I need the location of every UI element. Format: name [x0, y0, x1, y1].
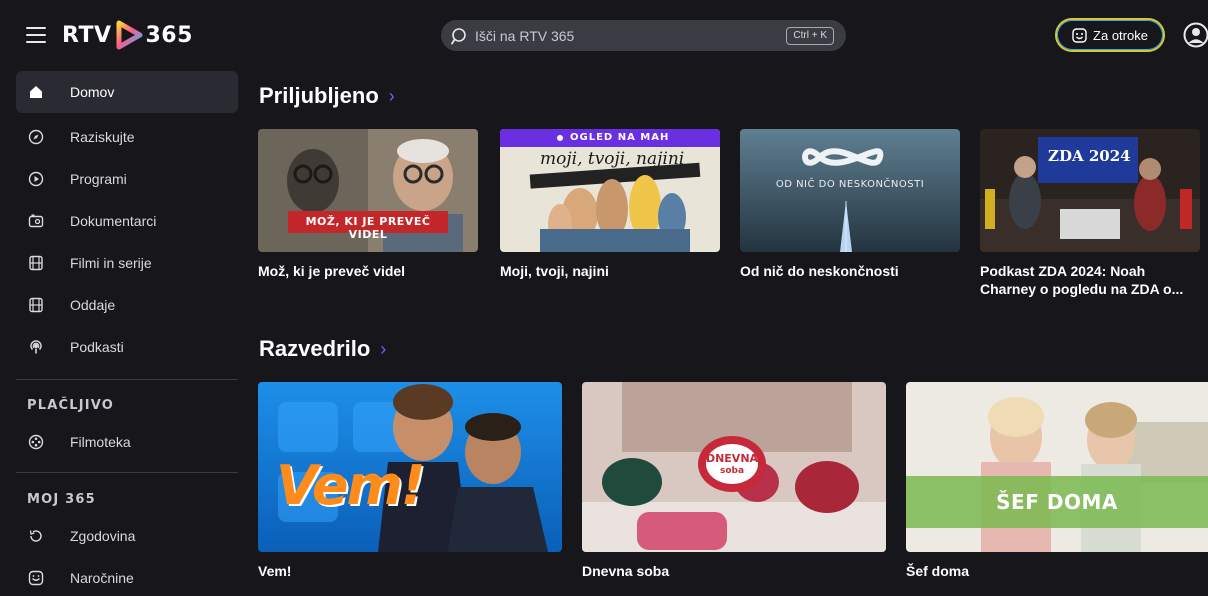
card-thumbnail: ŠEF DOMA	[906, 382, 1208, 552]
sidebar-item-programi[interactable]: Programi	[16, 158, 238, 200]
thumbnail-label-overlay: OGLED NA MAH	[570, 132, 670, 143]
sidebar-item-label: Programi	[70, 171, 127, 187]
film-icon	[29, 297, 43, 313]
user-avatar-icon[interactable]	[1183, 22, 1208, 48]
sidebar-item-label: Zgodovina	[70, 528, 136, 544]
sidebar-divider	[16, 472, 238, 473]
logo-text-rtv: RTV	[62, 22, 112, 48]
card-thumbnail: MOŽ, KI JE PREVEČ VIDEL	[258, 129, 478, 252]
kids-face-icon	[1072, 27, 1087, 43]
logo[interactable]: RTV 365	[62, 20, 193, 50]
thumbnail-title-overlay: OD NIČ DO NESKONČNOSTI	[775, 179, 925, 190]
card-sef-doma[interactable]: ŠEF DOMA Šef doma	[906, 382, 1208, 580]
chevron-right-icon: ›	[388, 85, 395, 106]
card-moji-tvoji-najini[interactable]: OGLED NA MAH moji, tvoji, najini Moji, t…	[500, 129, 720, 280]
sidebar-item-filmoteka[interactable]: Filmoteka	[16, 421, 238, 463]
thumbnail-title-overlay: ŠEF DOMA	[996, 490, 1118, 514]
play-circle-icon	[28, 171, 44, 187]
history-icon	[29, 530, 42, 542]
film-icon	[29, 255, 43, 271]
thumbnail-image	[906, 382, 1208, 552]
sidebar-item-podkasti[interactable]: Podkasti	[16, 326, 238, 368]
sidebar-item-label: Dokumentarci	[70, 213, 157, 229]
search-bar[interactable]: Ctrl + K	[441, 20, 846, 51]
sidebar-item-filmi-in-serije[interactable]: Filmi in serije	[16, 242, 238, 284]
podcast-icon	[30, 340, 42, 354]
section-title-moj-365: MOJ 365	[27, 492, 96, 507]
card-title: Vem!	[258, 563, 292, 579]
thumbnail-title-overlay: DNEVNA	[705, 452, 759, 465]
card-thumbnail: Vem!	[258, 382, 562, 552]
sidebar-item-zgodovina[interactable]: Zgodovina	[16, 515, 238, 557]
sidebar-item-dokumentarci[interactable]: Dokumentarci	[16, 200, 238, 242]
card-title: Moji, tvoji, najini	[500, 263, 609, 279]
sidebar-item-label: Filmoteka	[70, 434, 131, 450]
menu-icon[interactable]	[26, 27, 46, 43]
row-title-razvedrilo[interactable]: Razvedrilo ›	[259, 336, 386, 362]
thumbnail-title-overlay: moji, tvoji, najini	[540, 149, 685, 169]
card-vem[interactable]: Vem! Vem!	[258, 382, 562, 580]
compass-icon	[28, 129, 44, 145]
sidebar-item-label: Oddaje	[70, 297, 116, 313]
thumbnail-title-overlay: MOŽ, KI JE PREVEČ VIDEL	[305, 215, 431, 241]
card-podkast-zda-2024[interactable]: ZDA 2024 Podkast ZDA 2024: Noah Charney …	[980, 129, 1200, 298]
sidebar-item-label: Naročnine	[70, 570, 134, 586]
sidebar-item-label: Filmi in serije	[70, 255, 152, 271]
row-title-priljubljeno[interactable]: Priljubljeno ›	[259, 83, 395, 109]
sidebar-item-label: Domov	[70, 84, 115, 100]
search-shortcut-badge: Ctrl + K	[786, 27, 834, 45]
card-title: Mož, ki je preveč videl	[258, 263, 406, 279]
logo-text-365: 365	[145, 22, 193, 48]
sidebar: Domov Raziskujte Programi Dokumentarci F…	[0, 68, 248, 596]
section-title-placljivo: PLAČLJIVO	[27, 398, 115, 413]
card-thumbnail: OGLED NA MAH moji, tvoji, najini	[500, 129, 720, 252]
thumbnail-title-overlay: ZDA 2024	[1048, 147, 1131, 165]
sidebar-item-domov[interactable]: Domov	[16, 71, 238, 113]
thumbnail-image	[500, 129, 720, 252]
card-title: Šef doma	[906, 563, 970, 579]
play-logo-icon	[116, 20, 142, 50]
camera-icon	[28, 214, 44, 228]
chevron-right-icon: ›	[380, 338, 387, 359]
thumbnail-subtitle-overlay: soba	[719, 466, 745, 476]
card-dnevna-soba[interactable]: DNEVNA soba Dnevna soba	[582, 382, 886, 580]
thumbnail-title-overlay: Vem!	[276, 454, 425, 517]
sidebar-divider	[16, 379, 238, 380]
search-icon	[451, 27, 466, 44]
top-bar: RTV 365 Ctrl + K Za otrok	[0, 0, 1208, 68]
sidebar-item-raziskujte[interactable]: Raziskujte	[16, 116, 238, 158]
card-moz-ki-je-prevec-videl[interactable]: MOŽ, KI JE PREVEČ VIDEL Mož, ki je preve…	[258, 129, 478, 280]
sidebar-item-label: Podkasti	[70, 339, 124, 355]
card-thumbnail: OD NIČ DO NESKONČNOSTI	[740, 129, 960, 252]
card-title: Podkast ZDA 2024: Noah Charney o pogledu…	[980, 263, 1184, 297]
card-od-nic-do-neskoncnosti[interactable]: OD NIČ DO NESKONČNOSTI Od nič do neskonč…	[740, 129, 960, 280]
card-thumbnail: ZDA 2024	[980, 129, 1200, 252]
card-title: Od nič do neskončnosti	[740, 263, 899, 279]
sidebar-item-oddaje[interactable]: Oddaje	[16, 284, 238, 326]
thumbnail-image	[740, 129, 960, 252]
row-title-text: Priljubljeno	[259, 83, 379, 108]
film-reel-icon	[28, 434, 44, 450]
subscription-icon	[28, 570, 44, 586]
sidebar-item-narocnine[interactable]: Naročnine	[16, 557, 238, 596]
kids-button[interactable]: Za otroke	[1055, 18, 1165, 52]
kids-button-label: Za otroke	[1093, 27, 1148, 43]
sidebar-item-label: Raziskujte	[70, 129, 135, 145]
home-icon	[30, 86, 42, 98]
card-thumbnail: DNEVNA soba	[582, 382, 886, 552]
card-title: Dnevna soba	[582, 563, 670, 579]
row-title-text: Razvedrilo	[259, 336, 371, 361]
